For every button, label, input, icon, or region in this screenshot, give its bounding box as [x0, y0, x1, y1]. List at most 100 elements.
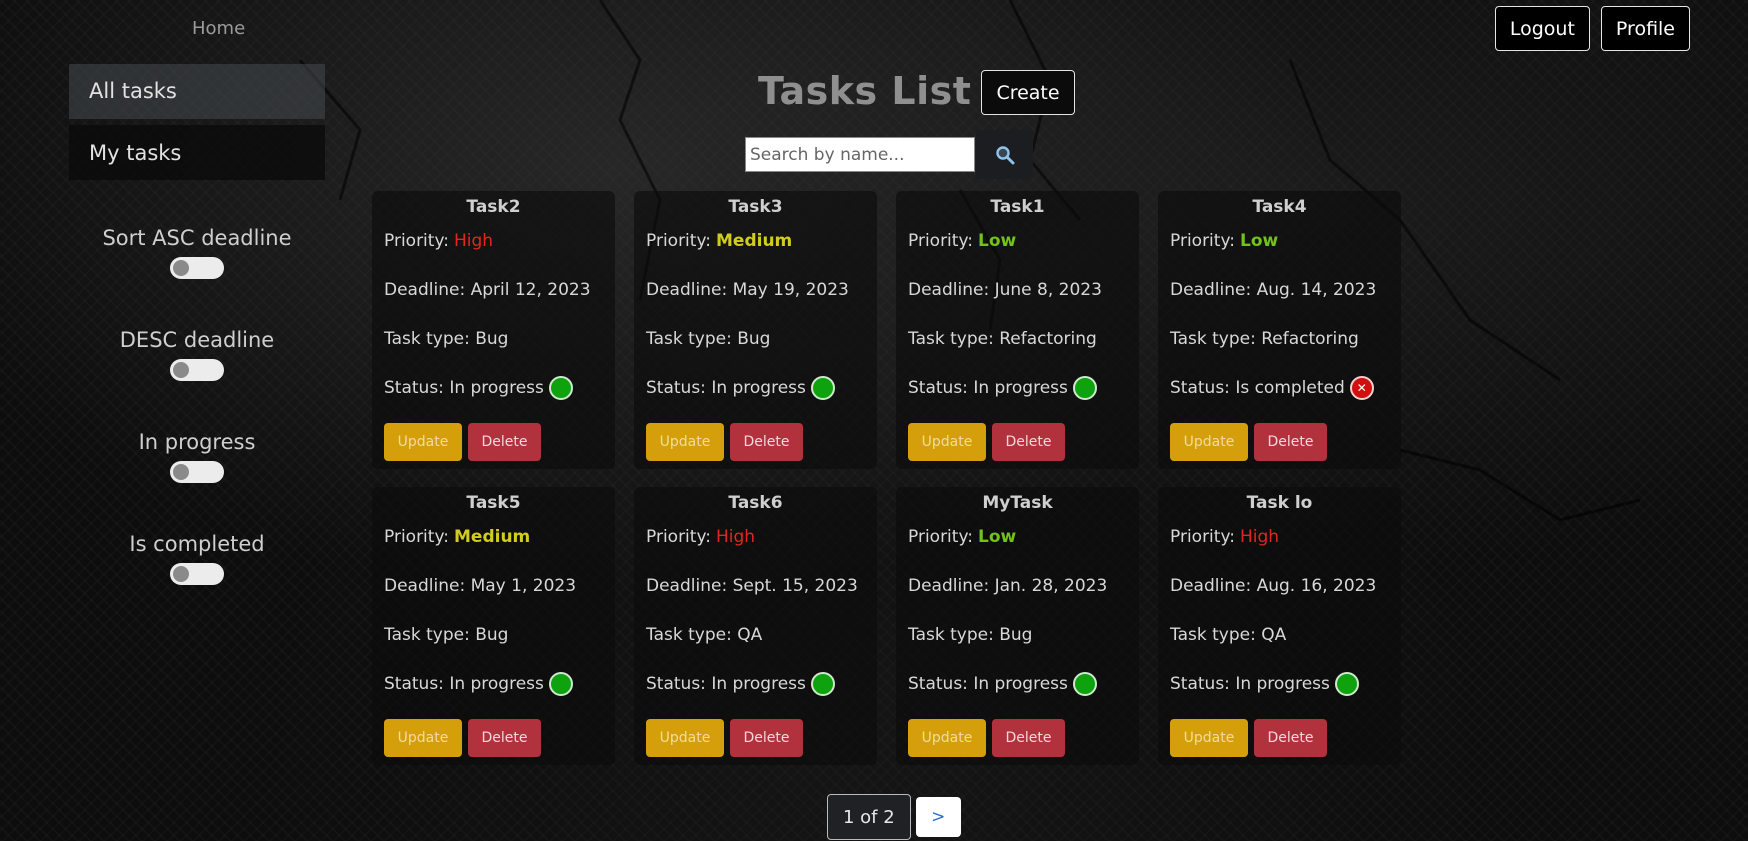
task-priority-row: Priority: High — [384, 230, 603, 252]
task-priority-row: Priority: Low — [908, 230, 1127, 252]
task-card: Task5 Priority: Medium Deadline: May 1, … — [372, 487, 615, 765]
task-type-row: Task type: Bug — [384, 624, 603, 646]
task-deadline-row: Deadline: Jan. 28, 2023 — [908, 575, 1127, 597]
deadline-label: Deadline: — [908, 280, 990, 300]
task-card: Task6 Priority: High Deadline: Sept. 15,… — [634, 487, 877, 765]
update-button[interactable]: Update — [908, 719, 986, 757]
profile-button[interactable]: Profile — [1600, 6, 1690, 51]
task-card: Task4 Priority: Low Deadline: Aug. 14, 2… — [1158, 191, 1401, 469]
pagination: 1 of 2 > — [827, 794, 961, 840]
delete-button[interactable]: Delete — [730, 719, 803, 757]
delete-button[interactable]: Delete — [992, 423, 1065, 461]
desc-deadline-toggle[interactable] — [170, 359, 224, 381]
priority-value: High — [1240, 527, 1280, 547]
priority-value: Medium — [716, 231, 793, 251]
deadline-value: Aug. 16, 2023 — [1256, 576, 1377, 596]
task-priority-row: Priority: Low — [1170, 230, 1389, 252]
task-deadline-row: Deadline: Aug. 16, 2023 — [1170, 575, 1389, 597]
home-link[interactable]: Home — [192, 18, 245, 39]
task-status-row: Status: In progress — [384, 672, 603, 696]
deadline-label: Deadline: — [1170, 576, 1252, 596]
update-button[interactable]: Update — [1170, 423, 1248, 461]
delete-button[interactable]: Delete — [468, 719, 541, 757]
deadline-value: Jan. 28, 2023 — [994, 576, 1108, 596]
toggle-knob — [173, 260, 189, 276]
update-button[interactable]: Update — [384, 719, 462, 757]
task-deadline-row: Deadline: June 8, 2023 — [908, 279, 1127, 301]
status-label: Status: — [908, 378, 968, 398]
status-label: Status: — [384, 674, 444, 694]
task-name: Task2 — [466, 197, 521, 217]
task-type-value: Bug — [475, 329, 509, 349]
task-type-row: Task type: Bug — [384, 328, 603, 350]
delete-button[interactable]: Delete — [992, 719, 1065, 757]
sort-asc-toggle[interactable] — [170, 257, 224, 279]
status-in-progress-icon — [548, 376, 573, 400]
deadline-label: Deadline: — [646, 280, 728, 300]
status-value: In progress — [711, 674, 806, 694]
task-priority-row: Priority: Low — [908, 526, 1127, 548]
next-page-button[interactable]: > — [915, 797, 961, 837]
task-deadline-row: Deadline: Aug. 14, 2023 — [1170, 279, 1389, 301]
task-type-value: Bug — [999, 625, 1033, 645]
task-actions: Update Delete — [646, 423, 803, 461]
search-input[interactable] — [745, 137, 975, 172]
task-status-row: Status: Is completed ✕ — [1170, 376, 1389, 400]
task-actions: Update Delete — [908, 719, 1065, 757]
search-button[interactable] — [976, 130, 1033, 179]
is-completed-toggle[interactable] — [170, 563, 224, 585]
deadline-value: Sept. 15, 2023 — [732, 576, 858, 596]
task-type-value: Bug — [737, 329, 771, 349]
task-actions: Update Delete — [384, 719, 541, 757]
task-name: Task lo — [1246, 493, 1313, 513]
deadline-label: Deadline: — [384, 280, 466, 300]
search-bar — [745, 130, 1033, 179]
task-card: Task lo Priority: High Deadline: Aug. 16… — [1158, 487, 1401, 765]
task-actions: Update Delete — [646, 719, 803, 757]
update-button[interactable]: Update — [646, 719, 724, 757]
deadline-value: June 8, 2023 — [994, 280, 1102, 300]
create-button[interactable]: Create — [981, 70, 1075, 115]
sidebar-item-my-tasks[interactable]: My tasks — [69, 125, 325, 180]
filter-desc-deadline: DESC deadline — [69, 328, 325, 430]
deadline-value: Aug. 14, 2023 — [1256, 280, 1377, 300]
logout-button[interactable]: Logout — [1494, 6, 1590, 51]
top-actions: Logout Profile — [1494, 6, 1690, 51]
page-indicator: 1 of 2 — [827, 794, 911, 840]
in-progress-toggle[interactable] — [170, 461, 224, 483]
status-value: In progress — [973, 674, 1068, 694]
delete-button[interactable]: Delete — [1254, 719, 1327, 757]
filter-label: Is completed — [129, 532, 265, 556]
task-type-value: QA — [1261, 625, 1287, 645]
sidebar-item-all-tasks[interactable]: All tasks — [69, 64, 325, 119]
update-button[interactable]: Update — [646, 423, 724, 461]
task-deadline-row: Deadline: April 12, 2023 — [384, 279, 603, 301]
task-actions: Update Delete — [1170, 719, 1327, 757]
priority-label: Priority: — [1170, 231, 1235, 251]
status-in-progress-icon — [1334, 672, 1359, 696]
task-name: Task4 — [1252, 197, 1307, 217]
task-type-value: Refactoring — [999, 329, 1097, 349]
priority-label: Priority: — [384, 231, 449, 251]
deadline-label: Deadline: — [1170, 280, 1252, 300]
priority-label: Priority: — [646, 527, 711, 547]
update-button[interactable]: Update — [1170, 719, 1248, 757]
update-button[interactable]: Update — [384, 423, 462, 461]
delete-button[interactable]: Delete — [730, 423, 803, 461]
page-title: Tasks List — [758, 68, 972, 113]
delete-button[interactable]: Delete — [468, 423, 541, 461]
task-deadline-row: Deadline: May 19, 2023 — [646, 279, 865, 301]
task-priority-row: Priority: Medium — [384, 526, 603, 548]
task-status-row: Status: In progress — [908, 672, 1127, 696]
status-in-progress-icon — [1072, 672, 1097, 696]
update-button[interactable]: Update — [908, 423, 986, 461]
task-name: Task5 — [466, 493, 521, 513]
status-label: Status: — [646, 674, 706, 694]
task-type-value: Bug — [475, 625, 509, 645]
task-actions: Update Delete — [384, 423, 541, 461]
task-type-label: Task type: — [908, 625, 994, 645]
priority-value: High — [716, 527, 756, 547]
task-type-row: Task type: Bug — [646, 328, 865, 350]
delete-button[interactable]: Delete — [1254, 423, 1327, 461]
deadline-label: Deadline: — [384, 576, 466, 596]
